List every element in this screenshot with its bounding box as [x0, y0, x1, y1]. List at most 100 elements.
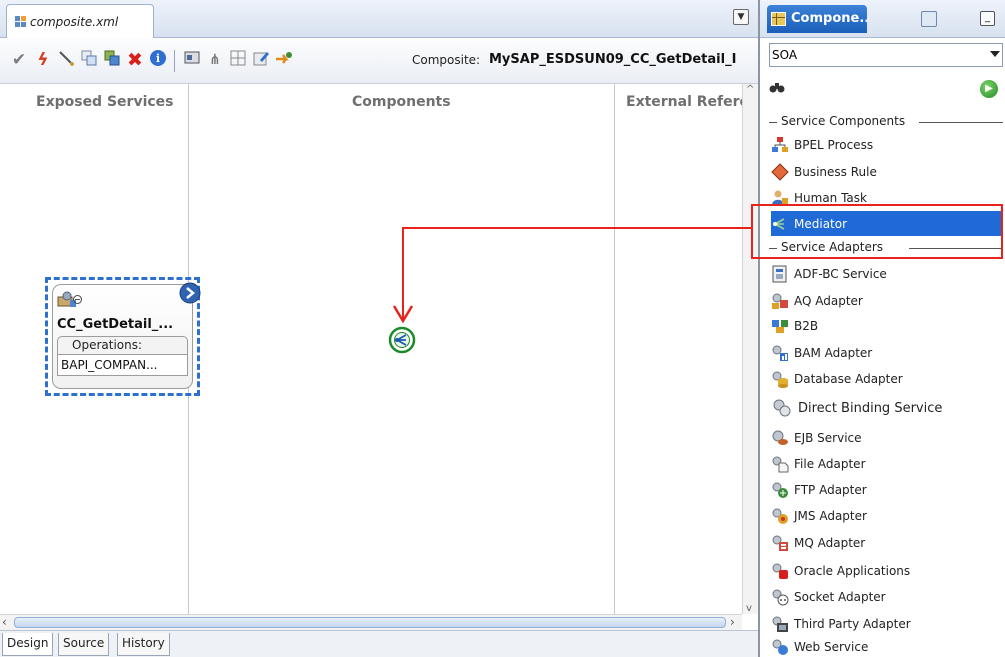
palette-item-label: ADF-BC Service	[794, 266, 887, 281]
component-palette-icon	[771, 12, 786, 26]
search-go-button[interactable]: ▶	[980, 80, 998, 98]
palette-item-label: AQ Adapter	[794, 293, 863, 308]
palette-item-oracle-applications[interactable]: Oracle Applications	[771, 558, 1003, 583]
chevron-down-icon	[990, 51, 1000, 57]
exposed-services-header: Exposed Services	[36, 94, 174, 110]
palette-item-socket-adapter[interactable]: Socket Adapter	[771, 584, 1003, 609]
service-endpoint-icon[interactable]	[179, 282, 201, 304]
palette-item-mq-adapter[interactable]: MQ Adapter	[771, 530, 1003, 555]
adf-bc-service-icon	[771, 265, 789, 283]
service-components-group-header[interactable]: Service Components	[769, 114, 1003, 130]
component-palette: Compone... _ SOA ▶ Service Components BP…	[758, 0, 1005, 657]
scroll-right-icon[interactable]: ›	[730, 615, 735, 629]
tree-icon[interactable]: ⋔	[204, 49, 226, 71]
file-tab-label: composite.xml	[30, 14, 119, 29]
scroll-down-icon[interactable]: v	[746, 603, 752, 614]
palette-item-direct-binding-service[interactable]: Direct Binding Service	[771, 394, 1003, 422]
components-header: Components	[352, 94, 451, 110]
operations-label: Operations:	[57, 336, 188, 355]
delete-icon[interactable]: ✖	[124, 49, 146, 71]
palette-item-label: BAM Adapter	[794, 345, 873, 360]
palette-item-database-adapter[interactable]: Database Adapter	[771, 366, 1003, 391]
column-divider	[614, 84, 615, 614]
palette-item-business-rule[interactable]: Business Rule	[771, 159, 1003, 184]
tab-composite-xml[interactable]: composite.xml	[6, 4, 154, 38]
editor-tab-bar: composite.xml ▼	[0, 0, 758, 38]
tab-source[interactable]: Source	[58, 633, 110, 656]
palette-item-third-party-adapter[interactable]: Third Party Adapter	[771, 611, 1003, 636]
resource-palette-tab-icon[interactable]	[921, 11, 937, 27]
exposed-service-card[interactable]: − CC_GetDetail_... Operations: BAPI_COMP…	[52, 282, 201, 389]
scroll-left-icon[interactable]: ‹	[2, 615, 7, 629]
mq-adapter-icon	[771, 534, 789, 552]
palette-item-label: Web Service	[794, 640, 869, 654]
bpel-process-icon	[771, 136, 789, 154]
layout-icon[interactable]	[181, 49, 203, 71]
palette-item-label: Database Adapter	[794, 371, 903, 386]
jms-adapter-icon	[771, 507, 789, 525]
palette-item-bpel-process[interactable]: BPEL Process	[771, 132, 1003, 157]
wire-icon[interactable]	[55, 49, 77, 71]
mediator-icon	[771, 215, 789, 233]
tab-design[interactable]: Design	[2, 633, 54, 656]
canvas-vertical-scrollbar[interactable]: ^ v	[742, 84, 758, 614]
business-rule-icon	[771, 162, 789, 181]
palette-item-label: JMS Adapter	[794, 508, 867, 523]
palette-item-b2b[interactable]: B2B	[771, 313, 1003, 338]
palette-item-file-adapter[interactable]: File Adapter	[771, 451, 1003, 476]
binoculars-search-icon	[769, 80, 785, 98]
paste-icon[interactable]	[101, 49, 123, 71]
operation-name[interactable]: BAPI_COMPAN...	[57, 354, 188, 376]
palette-item-bam-adapter[interactable]: BAM Adapter	[771, 340, 1003, 365]
editor-toolbar: ✔ ϟ ✖ i ⋔ Composite: MySAP_ESDSUN09_CC_G	[0, 38, 758, 84]
scroll-up-icon[interactable]: ^	[746, 84, 754, 95]
collapse-toggle-icon[interactable]: −	[73, 295, 82, 304]
mediator-drop-icon[interactable]	[388, 326, 416, 354]
canvas-horizontal-scrollbar[interactable]: ‹ ›	[0, 614, 742, 630]
tab-history[interactable]: History	[117, 633, 170, 656]
group-label: Service Adapters	[777, 240, 888, 254]
deploy-icon[interactable]	[273, 49, 295, 71]
palette-item-web-service[interactable]: Web Service	[771, 637, 1003, 657]
palette-tab-bar: Compone... _	[760, 0, 1005, 38]
copy-icon[interactable]	[78, 49, 100, 71]
lightning-icon[interactable]: ϟ	[32, 49, 54, 71]
b2b-icon	[771, 317, 789, 335]
horizontal-scroll-thumb[interactable]	[14, 617, 726, 628]
composite-name: MySAP_ESDSUN09_CC_GetDetail_I	[489, 52, 737, 67]
minimize-button[interactable]: _	[980, 11, 995, 26]
service-name: CC_GetDetail_...	[57, 317, 174, 332]
palette-item-aq-adapter[interactable]: AQ Adapter	[771, 288, 1003, 313]
palette-item-label: Direct Binding Service	[798, 400, 943, 416]
service-selection-outline: − CC_GetDetail_... Operations: BAPI_COMP…	[45, 277, 201, 396]
palette-item-ejb-service[interactable]: EJB Service	[771, 425, 1003, 450]
third-party-adapter-icon	[771, 615, 789, 633]
palette-item-label: Business Rule	[794, 164, 877, 179]
validate-icon[interactable]: ✔	[8, 49, 30, 71]
palette-item-mediator[interactable]: Mediator	[771, 211, 1003, 236]
tab-component-palette[interactable]: Compone...	[767, 5, 867, 33]
composite-file-icon	[15, 16, 26, 27]
palette-tab-label: Compone...	[791, 11, 867, 26]
palette-page-select[interactable]: SOA	[769, 43, 1003, 67]
design-canvas[interactable]: Exposed Services Components External Ref…	[0, 84, 749, 614]
palette-search-input[interactable]	[789, 73, 971, 103]
palette-item-human-task[interactable]: Human Task	[771, 185, 1003, 210]
edit-icon[interactable]	[250, 49, 272, 71]
database-adapter-icon	[771, 370, 789, 388]
grid-icon[interactable]	[227, 49, 249, 71]
composite-label: Composite:	[412, 53, 481, 67]
socket-adapter-icon	[771, 588, 789, 606]
palette-item-label: MQ Adapter	[794, 535, 866, 550]
tab-list-dropdown-button[interactable]: ▼	[733, 9, 749, 25]
service-adapters-group-header[interactable]: Service Adapters	[769, 240, 1003, 256]
palette-item-jms-adapter[interactable]: JMS Adapter	[771, 503, 1003, 528]
palette-item-ftp-adapter[interactable]: FTP Adapter	[771, 477, 1003, 502]
editor-bottom-tabs: Design Source History	[0, 630, 758, 657]
aq-adapter-icon	[771, 292, 789, 310]
external-references-header: External Refere	[626, 94, 750, 110]
direct-binding-service-icon	[771, 397, 793, 419]
info-icon[interactable]: i	[147, 49, 169, 71]
palette-item-label: File Adapter	[794, 456, 866, 471]
palette-item-adf-bc-service[interactable]: ADF-BC Service	[771, 261, 1003, 286]
